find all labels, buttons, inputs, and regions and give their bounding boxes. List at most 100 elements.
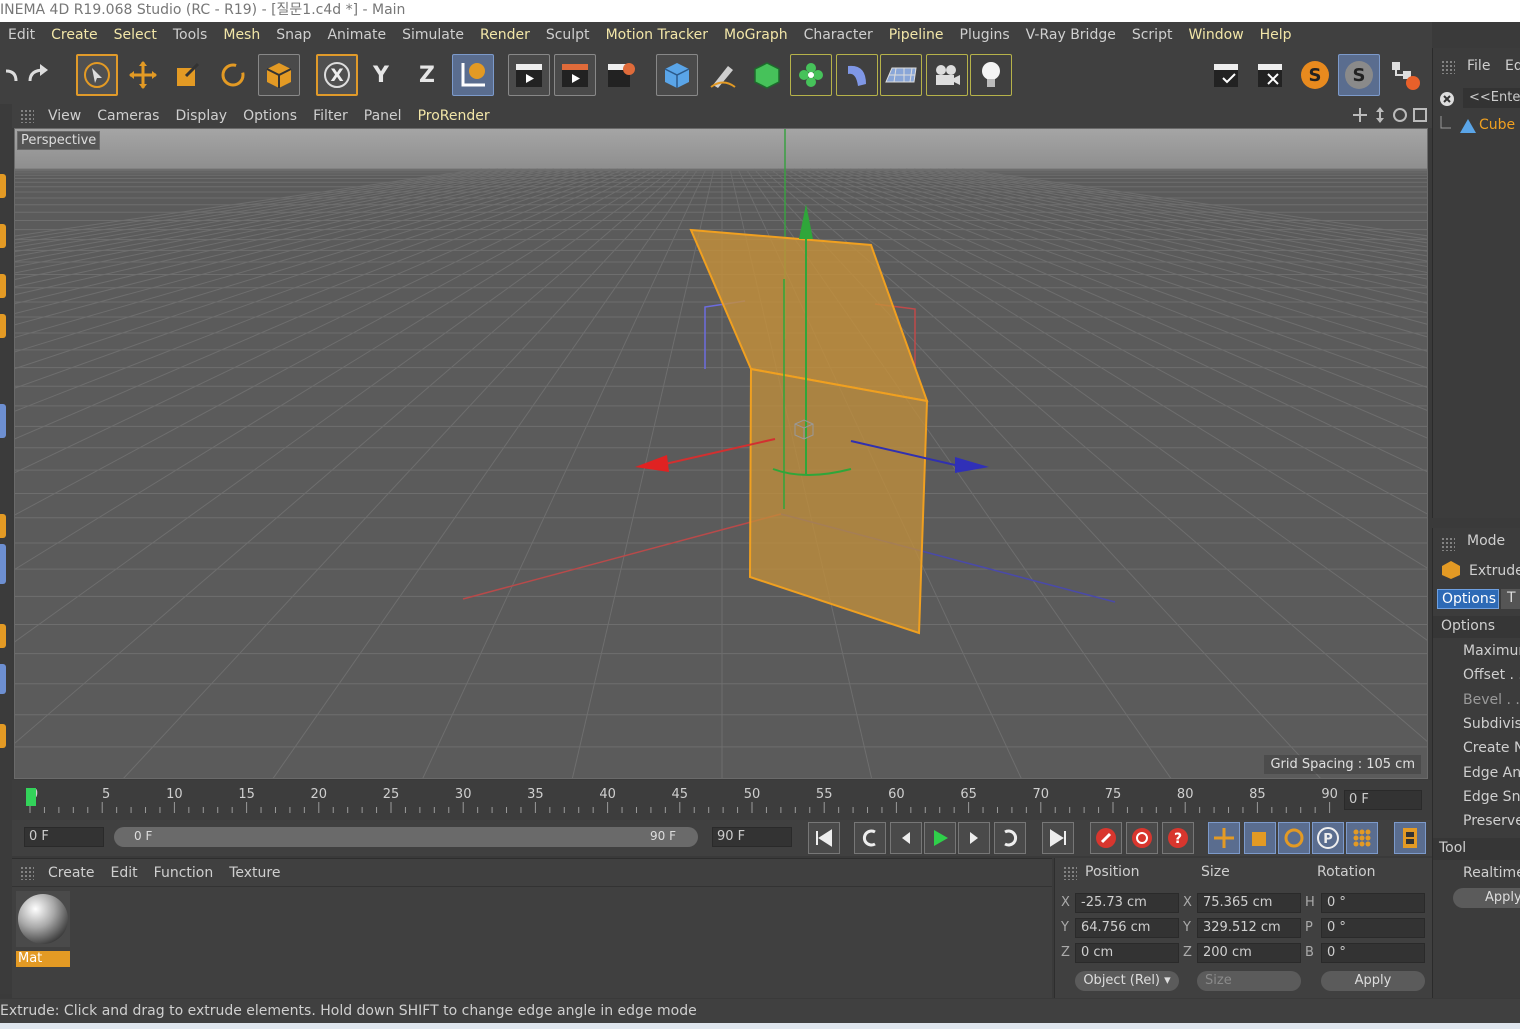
left-tool-pip[interactable] <box>0 514 6 538</box>
prev-frame-button[interactable] <box>890 822 922 854</box>
subdivision-surface-button[interactable] <box>746 54 788 96</box>
menu-script[interactable]: Script <box>1124 27 1181 43</box>
attr-option-6[interactable]: Edge Sna <box>1463 789 1520 805</box>
size-y-field[interactable]: 329.512 cm <box>1197 918 1301 938</box>
key-parameter-button[interactable]: P <box>1312 822 1344 854</box>
close-search-icon[interactable] <box>1439 91 1455 107</box>
attr-section-tool[interactable]: Tool <box>1433 838 1520 860</box>
prev-key-button[interactable] <box>854 822 886 854</box>
viewport-menu-filter[interactable]: Filter <box>305 108 356 124</box>
left-tool-pip[interactable] <box>0 404 6 438</box>
attr-apply-button[interactable]: Apply <box>1453 888 1520 908</box>
render-view-button[interactable] <box>508 54 550 96</box>
floor-button[interactable] <box>880 54 922 96</box>
timeline-ruler[interactable]: 051015202530354045505560657075808590 0 F <box>12 780 1432 820</box>
attr-option-7[interactable]: Preserve <box>1463 813 1520 829</box>
record-keys-button[interactable] <box>1090 822 1122 854</box>
menu-help[interactable]: Help <box>1252 27 1300 43</box>
attr-option-1[interactable]: Offset . . <box>1463 667 1520 683</box>
vray-render-button[interactable] <box>1206 54 1248 96</box>
panel-grip-icon[interactable] <box>1063 866 1077 880</box>
maximize-view-icon[interactable] <box>1412 107 1428 123</box>
menu-simulate[interactable]: Simulate <box>394 27 472 43</box>
light-button[interactable] <box>970 54 1012 96</box>
position-x-field[interactable]: -25.73 cm <box>1075 893 1179 913</box>
menu-sculpt[interactable]: Sculpt <box>538 27 598 43</box>
next-frame-button[interactable] <box>958 822 990 854</box>
deformer-button[interactable] <box>836 54 878 96</box>
vray-s-orange-button[interactable]: S <box>1294 54 1336 96</box>
material-name[interactable]: Mat <box>16 951 70 967</box>
attr-option-2[interactable]: Bevel . . . <box>1463 692 1520 708</box>
move-tool-button[interactable] <box>122 54 164 96</box>
cloner-button[interactable] <box>790 54 832 96</box>
goto-start-button[interactable] <box>808 822 840 854</box>
rotate-tool-button[interactable] <box>212 54 254 96</box>
menu-mograph[interactable]: MoGraph <box>716 27 796 43</box>
key-rotation-button[interactable] <box>1278 822 1310 854</box>
attr-menu-mode[interactable]: Mode <box>1467 533 1505 549</box>
left-tool-pip[interactable] <box>0 314 6 338</box>
undo-button[interactable] <box>0 54 20 96</box>
timeline-window-button[interactable] <box>1394 822 1426 854</box>
render-to-picture-viewer-button[interactable] <box>554 54 596 96</box>
orbit-icon[interactable] <box>1392 107 1408 123</box>
coords-apply-button[interactable]: Apply <box>1321 971 1425 991</box>
menu-window[interactable]: Window <box>1180 27 1251 43</box>
left-tool-pip[interactable] <box>0 224 6 248</box>
attr-option-0[interactable]: Maximum <box>1463 643 1520 659</box>
play-button[interactable] <box>924 822 956 854</box>
left-tool-pip[interactable] <box>0 174 6 198</box>
menu-pipeline[interactable]: Pipeline <box>881 27 952 43</box>
preview-end-field[interactable]: 90 F <box>712 827 792 847</box>
redo-button[interactable] <box>20 54 62 96</box>
menu-animate[interactable]: Animate <box>319 27 394 43</box>
object-menu-file[interactable]: File <box>1467 58 1490 74</box>
key-scale-button[interactable] <box>1244 822 1276 854</box>
node-editor-button[interactable] <box>1384 54 1426 96</box>
menu-snap[interactable]: Snap <box>268 27 319 43</box>
left-tool-pip[interactable] <box>0 724 6 748</box>
perspective-viewport[interactable]: Perspective Grid Spacing : 105 cm <box>14 128 1428 779</box>
panel-grip-icon[interactable] <box>20 109 34 123</box>
menu-character[interactable]: Character <box>796 27 881 43</box>
viewport-menu-cameras[interactable]: Cameras <box>89 108 167 124</box>
viewport-menu-options[interactable]: Options <box>235 108 305 124</box>
menu-v-ray-bridge[interactable]: V-Ray Bridge <box>1018 27 1124 43</box>
material-menu-edit[interactable]: Edit <box>103 865 146 881</box>
goto-end-button[interactable] <box>1042 822 1074 854</box>
size-z-field[interactable]: 200 cm <box>1197 943 1301 963</box>
z-axis-lock-button[interactable]: Z <box>406 54 448 96</box>
pen-spline-button[interactable] <box>702 54 744 96</box>
object-row-cube[interactable]: Cube <box>1437 116 1520 136</box>
current-frame-field[interactable]: 0 F <box>1344 790 1422 810</box>
position-y-field[interactable]: 64.756 cm <box>1075 918 1179 938</box>
object-search-field[interactable]: <<Ente <box>1463 88 1520 108</box>
keyframe-selection-button[interactable]: ? <box>1162 822 1194 854</box>
attr-option-5[interactable]: Edge Ang <box>1463 765 1520 781</box>
pan-icon[interactable] <box>1352 107 1368 123</box>
camera-button[interactable] <box>926 54 968 96</box>
attr-tab-options[interactable]: Options <box>1437 589 1499 609</box>
viewport-menu-panel[interactable]: Panel <box>356 108 410 124</box>
material-menu-function[interactable]: Function <box>146 865 222 881</box>
coordinate-mode-dropdown[interactable]: Object (Rel) ▾ <box>1075 971 1179 991</box>
render-settings-button[interactable] <box>600 54 642 96</box>
panel-grip-icon[interactable] <box>1441 537 1455 551</box>
menu-mesh[interactable]: Mesh <box>215 27 268 43</box>
panel-grip-icon[interactable] <box>1441 60 1455 74</box>
object-menu-edit[interactable]: Ed <box>1505 58 1520 74</box>
left-tool-pip[interactable] <box>0 544 6 584</box>
dolly-icon[interactable] <box>1372 107 1388 123</box>
autokey-button[interactable] <box>1126 822 1158 854</box>
left-tool-pip[interactable] <box>0 274 6 298</box>
material-menu-texture[interactable]: Texture <box>221 865 288 881</box>
vray-stop-button[interactable] <box>1250 54 1292 96</box>
viewport-scene[interactable] <box>15 129 1428 779</box>
key-position-button[interactable] <box>1208 822 1240 854</box>
coordinate-system-button[interactable] <box>452 54 494 96</box>
rotation-p-field[interactable]: 0 ° <box>1321 918 1425 938</box>
add-cube-button[interactable] <box>656 54 698 96</box>
position-z-field[interactable]: 0 cm <box>1075 943 1179 963</box>
viewport-menu-display[interactable]: Display <box>167 108 235 124</box>
